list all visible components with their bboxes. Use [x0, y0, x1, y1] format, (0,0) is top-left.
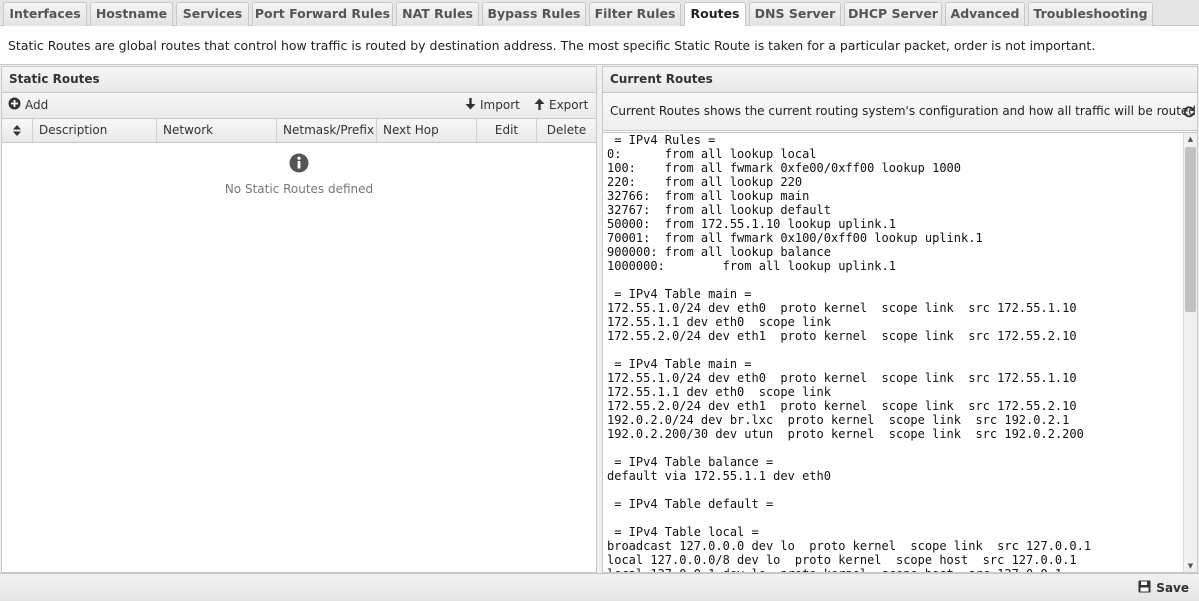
tab-dhcp-server[interactable]: DHCP Server — [844, 2, 942, 26]
empty-state: No Static Routes defined — [2, 153, 596, 196]
column-next-hop[interactable]: Next Hop — [377, 119, 477, 142]
floppy-disk-icon — [1138, 580, 1151, 598]
current-routes-title: Current Routes — [603, 67, 1197, 93]
empty-message: No Static Routes defined — [224, 182, 374, 196]
current-routes-panel: Current Routes Current Routes shows the … — [602, 66, 1198, 573]
tab-routes[interactable]: Routes — [684, 2, 746, 27]
info-circle-icon — [2, 153, 596, 176]
column-network[interactable]: Network — [157, 119, 277, 142]
arrow-down-icon — [465, 94, 476, 118]
tab-interfaces[interactable]: Interfaces — [3, 2, 87, 26]
current-routes-info: Current Routes shows the current routing… — [603, 93, 1197, 131]
add-label: Add — [25, 98, 49, 112]
routes-output-text: = IPv4 Rules = 0: from all lookup local … — [607, 133, 1092, 572]
current-routes-info-text: Current Routes shows the current routing… — [610, 104, 1197, 118]
tab-port-forward-rules[interactable]: Port Forward Rules — [252, 2, 393, 26]
add-route-button[interactable]: Add — [8, 93, 48, 118]
save-label: Save — [1156, 581, 1189, 595]
static-routes-panel: Static Routes Add Import Export Descript… — [1, 66, 597, 573]
tab-troubleshooting[interactable]: Troubleshooting — [1028, 2, 1153, 26]
save-button[interactable]: Save — [1138, 579, 1189, 597]
static-routes-title: Static Routes — [2, 67, 596, 93]
column-netmask-prefix[interactable]: Netmask/Prefix — [277, 119, 377, 142]
export-label: Export — [549, 98, 589, 112]
page-description: Static Routes are global routes that con… — [0, 26, 1199, 65]
tab-bypass-rules[interactable]: Bypass Rules — [482, 2, 586, 26]
tab-bar: Interfaces Hostname Services Port Forwar… — [0, 0, 1199, 27]
routes-scrollbar[interactable]: ▲ ▼ — [1183, 133, 1197, 572]
tab-dns-server[interactable]: DNS Server — [749, 2, 841, 26]
tab-advanced[interactable]: Advanced — [945, 2, 1025, 26]
column-edit[interactable]: Edit — [477, 119, 537, 142]
tab-hostname[interactable]: Hostname — [90, 2, 173, 26]
tab-nat-rules[interactable]: NAT Rules — [396, 2, 479, 26]
routes-output-box[interactable]: = IPv4 Rules = 0: from all lookup local … — [603, 132, 1197, 572]
column-delete[interactable]: Delete — [537, 119, 596, 142]
scroll-down-arrow-icon[interactable]: ▼ — [1184, 560, 1197, 572]
arrow-up-icon — [534, 94, 545, 118]
static-routes-toolbar: Add Import Export — [2, 93, 596, 119]
refresh-icon[interactable] — [1183, 106, 1195, 121]
import-button[interactable]: Import — [465, 93, 520, 118]
import-label: Import — [480, 98, 520, 112]
sort-icon — [13, 123, 21, 137]
tab-filter-rules[interactable]: Filter Rules — [589, 2, 681, 26]
footer-bar: Save — [0, 573, 1199, 601]
tab-services[interactable]: Services — [176, 2, 249, 26]
static-routes-table-header: Description Network Netmask/Prefix Next … — [2, 119, 596, 143]
column-description[interactable]: Description — [33, 119, 157, 142]
export-button[interactable]: Export — [534, 93, 588, 118]
scroll-thumb[interactable] — [1185, 147, 1196, 312]
sort-column[interactable] — [2, 119, 33, 142]
plus-circle-icon — [8, 94, 21, 118]
scroll-up-arrow-icon[interactable]: ▲ — [1184, 133, 1197, 146]
